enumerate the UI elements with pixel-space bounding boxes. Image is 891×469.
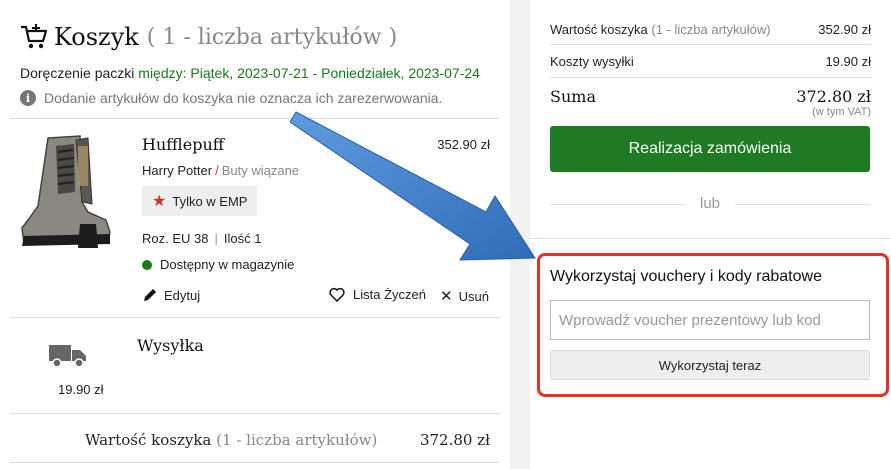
divider	[10, 118, 500, 119]
exclusive-badge: ★ Tylko w EMP	[142, 186, 258, 216]
column-gutter	[510, 0, 530, 469]
divider	[10, 413, 500, 414]
delivery-dates: między: Piątek, 2023-07-21 - Poniedziałe…	[138, 65, 480, 81]
summary-shipping-amount: 19.90 zł	[825, 54, 871, 69]
product-image[interactable]	[18, 132, 113, 252]
summary-cart-count: (1 - liczba artykułów)	[651, 22, 771, 37]
summary-shipping-label: Koszty wysyłki	[550, 54, 634, 69]
size-quantity: Roz. EU 38 | Ilość 1	[142, 231, 261, 246]
cart-header: Koszyk ( 1 - liczba artykułów )	[20, 20, 397, 54]
product-size: Roz. EU 38	[142, 231, 209, 246]
voucher-title: Wykorzystaj vouchery i kody rabatowe	[550, 268, 822, 285]
divider	[735, 204, 870, 205]
divider	[550, 77, 871, 78]
vat-note: (w tym VAT)	[812, 106, 871, 118]
cart-item-count: ( 1 - liczba artykułów )	[146, 24, 398, 50]
voucher-code-input[interactable]	[550, 300, 870, 340]
summary-cart-value: Wartość koszyka (1 - liczba artykułów) 3…	[550, 22, 871, 37]
in-stock-dot-icon	[142, 259, 152, 270]
product-category: Harry Potter / Buty wiązane	[142, 163, 299, 178]
summary-cart-label: Wartość koszyka	[550, 22, 648, 37]
cart-panel: Koszyk ( 1 - liczba artykułów ) Doręczen…	[0, 0, 510, 469]
divider	[10, 462, 500, 463]
badge-label: Tylko w EMP	[172, 193, 248, 209]
total-label: Wartość koszyka	[85, 431, 212, 449]
reservation-notice: i Dodanie artykułów do koszyka nie oznac…	[20, 90, 442, 106]
shipping-price: 19.90 zł	[58, 382, 104, 397]
star-icon: ★	[152, 193, 167, 210]
summary-shipping: Koszty wysyłki 19.90 zł	[550, 54, 871, 69]
pencil-icon	[144, 289, 156, 301]
remove-button[interactable]: ✕ Usuń	[440, 287, 489, 305]
cart-title: Koszyk	[54, 23, 139, 51]
product-type[interactable]: Buty wiązane	[222, 163, 299, 178]
stock-status: Dostępny w magazynie	[142, 257, 294, 272]
notice-text: Dodanie artykułów do koszyka nie oznacza…	[44, 90, 443, 106]
truck-icon	[49, 345, 86, 368]
divider	[550, 44, 871, 45]
edit-label: Edytuj	[164, 287, 201, 303]
remove-label: Usuń	[458, 288, 489, 304]
section-divider	[530, 238, 891, 239]
cart-total-value: 372.80 zł	[419, 431, 490, 449]
close-icon: ✕	[440, 288, 453, 305]
delivery-prefix: Doręczenie paczki	[20, 65, 139, 81]
total-count: (1 - liczba artykułów)	[216, 431, 378, 449]
shipping-label: Wysyłka	[137, 336, 204, 355]
order-summary-panel: Wartość koszyka (1 - liczba artykułów) 3…	[530, 0, 891, 469]
wishlist-button[interactable]: Lista Życzeń	[329, 287, 426, 302]
product-quantity: Ilość 1	[223, 231, 262, 246]
summary-cart-amount: 352.90 zł	[818, 22, 871, 37]
wishlist-label: Lista Życzeń	[353, 287, 426, 302]
category-separator: /	[215, 163, 219, 178]
checkout-button[interactable]: Realizacja zamówienia	[550, 126, 870, 172]
product-name[interactable]: Hufflepuff	[142, 135, 224, 154]
cart-total-label: Wartość koszyka (1 - liczba artykułów)	[85, 431, 377, 449]
product-brand[interactable]: Harry Potter	[142, 163, 212, 178]
cart-add-icon	[21, 24, 48, 49]
heart-icon	[329, 287, 345, 302]
stock-label: Dostępny w magazynie	[160, 257, 295, 272]
divider	[10, 317, 500, 318]
delivery-info: Doręczenie paczki między: Piątek, 2023-0…	[20, 65, 480, 81]
sum-label: Suma	[550, 87, 596, 106]
info-icon: i	[20, 90, 36, 106]
product-price: 352.90 zł	[437, 137, 490, 152]
redeem-voucher-button[interactable]: Wykorzystaj teraz	[550, 350, 870, 380]
sum-value: 372.80 zł	[796, 87, 871, 106]
edit-button[interactable]: Edytuj	[142, 287, 200, 303]
divider	[550, 204, 685, 205]
or-label: lub	[699, 195, 721, 212]
pipe-separator: |	[214, 231, 218, 246]
